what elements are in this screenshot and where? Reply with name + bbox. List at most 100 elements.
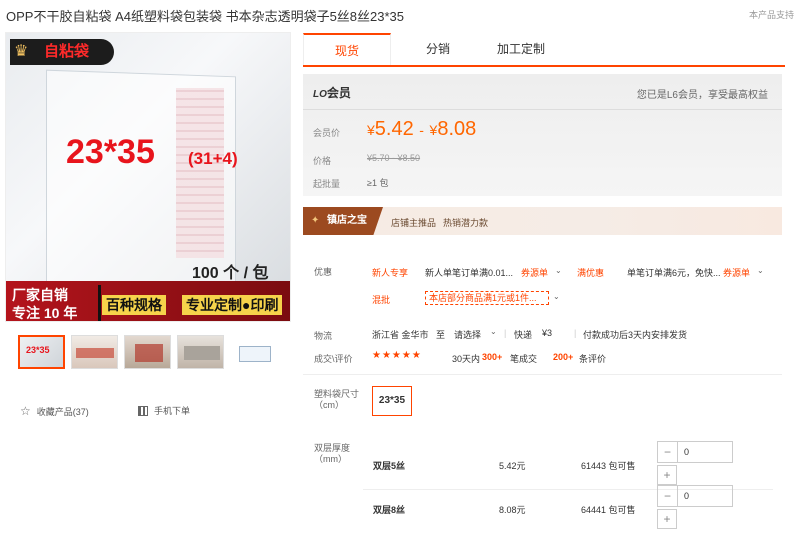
express-label: 快递 bbox=[514, 330, 533, 340]
ship-to-select[interactable]: 请选择 bbox=[454, 328, 481, 341]
review-suffix: 条评价 bbox=[579, 354, 607, 364]
member-price: ¥5.42 - ¥8.08 bbox=[367, 118, 476, 141]
favorite-label: 收藏产品(37) bbox=[36, 406, 89, 417]
member-level: LO会员 bbox=[313, 84, 351, 101]
minus-button[interactable]: − bbox=[658, 486, 678, 506]
crown-icon: ♛ bbox=[14, 43, 29, 60]
sku-name: 双层5丝 bbox=[373, 461, 406, 471]
deal-count: 300+ bbox=[482, 352, 502, 362]
favorite-button[interactable]: ☆ 收藏产品(37) bbox=[20, 404, 89, 418]
product-title: OPP不干胶自粘袋 A4纸塑料袋包装袋 书本杂志透明袋子5丝8丝23*35 bbox=[6, 9, 405, 24]
sku-stock: 61443 包可售 bbox=[581, 461, 636, 471]
tab-bar: 现货 分销 加工定制 bbox=[303, 33, 785, 67]
image-count: 100 个 / 包 bbox=[192, 265, 269, 282]
coupon-link-1[interactable]: 券源单 bbox=[521, 266, 548, 279]
support-note: 本产品支持 bbox=[748, 10, 794, 20]
image-band-line2: 专注 10 年 bbox=[12, 305, 78, 321]
thumbnail-5[interactable] bbox=[230, 335, 277, 369]
promo-text-newuser: 新人单笔订单满0.01... bbox=[425, 268, 514, 278]
main-product-image[interactable]: 自粘袋 ♛ 23*35 (31+4) 100 个 / 包 厂家自销 专注 10 … bbox=[5, 32, 291, 322]
tab-in-stock[interactable]: 现货 bbox=[303, 33, 391, 65]
logistics-label: 物流 bbox=[314, 331, 333, 341]
tab-distribution[interactable]: 分销 bbox=[397, 33, 479, 65]
promo-tag-mixed: 混批 bbox=[372, 295, 391, 305]
promo-text-discount: 单笔订单满6元，免快... bbox=[627, 268, 721, 278]
thumbnail-1[interactable]: 23*35 bbox=[18, 335, 65, 369]
mobile-order-label: 手机下单 bbox=[154, 406, 191, 416]
shop-treasure-bar[interactable]: ✦ 镇店之宝 店铺主推品 热销潜力款 bbox=[303, 207, 782, 235]
quantity-stepper: − 0 bbox=[657, 485, 733, 507]
shop-badge: ✦ 镇店之宝 bbox=[303, 207, 383, 235]
sku-price: 5.42元 bbox=[499, 461, 526, 471]
min-order-label: 起批量 bbox=[313, 179, 341, 189]
chevron-down-icon[interactable]: ⌄ bbox=[757, 266, 764, 275]
mobile-order-button[interactable]: 手机下单 bbox=[138, 404, 190, 417]
price-low: 5.42 bbox=[374, 118, 414, 140]
chevron-down-icon[interactable]: ⌄ bbox=[553, 292, 560, 301]
review-count-value: 200+ bbox=[553, 352, 574, 362]
chevron-down-icon[interactable]: ⌄ bbox=[555, 266, 562, 275]
plus-button[interactable]: + bbox=[657, 509, 677, 529]
min-order-value: ≥1 包 bbox=[367, 178, 389, 188]
image-size: 23*35 bbox=[66, 133, 155, 171]
sku-row: 双层8丝 8.08元 64441 包可售 − 0 + bbox=[303, 483, 782, 535]
sku-name: 双层8丝 bbox=[373, 505, 406, 515]
ship-note: 付款成功后3天内安排发货 bbox=[583, 330, 688, 340]
separator: | bbox=[504, 328, 507, 338]
separator: | bbox=[574, 328, 577, 338]
level-badge: LO bbox=[313, 89, 327, 100]
member-price-label: 会员价 bbox=[313, 128, 341, 138]
deal-count-value: 300+ bbox=[482, 352, 503, 362]
thumbnail-4[interactable] bbox=[177, 335, 224, 369]
promo-label: 优惠 bbox=[314, 267, 333, 277]
image-size-sub: (31+4) bbox=[188, 149, 238, 168]
quantity-input[interactable]: 0 bbox=[678, 486, 732, 506]
price-dash: - bbox=[419, 122, 424, 138]
plus-button[interactable]: + bbox=[657, 465, 677, 485]
chevron-down-icon[interactable]: ⌄ bbox=[490, 327, 497, 336]
divider bbox=[303, 109, 782, 110]
size-option[interactable]: 23*35 bbox=[372, 386, 412, 416]
orig-price-label: 价格 bbox=[313, 156, 332, 166]
deal-suffix: 笔成交 bbox=[510, 354, 538, 364]
band-divider bbox=[98, 285, 101, 321]
thumbnail-2[interactable] bbox=[71, 335, 118, 369]
express-fee: ¥3 bbox=[542, 328, 553, 338]
size-label: 塑料袋尺寸（cm） bbox=[314, 389, 360, 410]
quantity-input[interactable]: 0 bbox=[678, 442, 732, 462]
qrcode-icon bbox=[138, 405, 148, 416]
price-high: 8.08 bbox=[437, 118, 477, 140]
star-outline-icon: ☆ bbox=[20, 404, 31, 418]
quantity-stepper: − 0 bbox=[657, 441, 733, 463]
mixed-batch-box[interactable]: 本店部分商品满1元或1件... bbox=[425, 291, 549, 305]
price-box: LO会员 您已是L6会员，享受最高权益 会员价 ¥5.42 - ¥8.08 价格… bbox=[303, 74, 782, 196]
minus-button[interactable]: − bbox=[658, 442, 678, 462]
image-feature1: 百种规格 bbox=[102, 295, 166, 315]
review-count[interactable]: 200+ bbox=[553, 352, 573, 362]
rating-stars: ★★★★★ bbox=[372, 350, 422, 361]
level-label: 会员 bbox=[326, 86, 351, 100]
promo-tag-discount: 满优惠 bbox=[577, 268, 605, 278]
shop-badge-label: 镇店之宝 bbox=[327, 215, 367, 226]
adhesive-strip bbox=[176, 88, 224, 258]
thumbnail-3[interactable] bbox=[124, 335, 171, 369]
sku-panel: 塑料袋尺寸（cm） 23*35 双层厚度（mm） 双层5丝 5.42元 6144… bbox=[303, 374, 782, 544]
ship-from: 浙江省 金华市 bbox=[372, 330, 429, 340]
reviews-label: 成交\评价 bbox=[314, 354, 353, 364]
coupon-link-2[interactable]: 券源单 bbox=[723, 266, 750, 279]
thumbnail-1-label: 23*35 bbox=[26, 345, 50, 355]
sku-stock: 64441 包可售 bbox=[581, 505, 636, 515]
thumbnail-strip: 23*35 bbox=[18, 335, 277, 369]
ship-to-prefix: 至 bbox=[436, 330, 446, 340]
deal-prefix: 30天内 bbox=[452, 354, 481, 364]
shop-text2: 热销潜力款 bbox=[443, 218, 489, 228]
shop-icon: ✦ bbox=[311, 215, 320, 226]
shop-text1: 店铺主推品 bbox=[391, 218, 437, 228]
member-note: 您已是L6会员，享受最高权益 bbox=[636, 90, 768, 101]
sku-price: 8.08元 bbox=[499, 505, 526, 515]
orig-price: ¥5.70 - ¥8.50 bbox=[367, 153, 421, 163]
image-band-line1: 厂家自销 bbox=[12, 287, 68, 303]
currency-symbol: ¥ bbox=[367, 122, 375, 138]
tab-custom[interactable]: 加工定制 bbox=[479, 33, 563, 65]
promo-tag-newuser: 新人专享 bbox=[372, 268, 409, 278]
